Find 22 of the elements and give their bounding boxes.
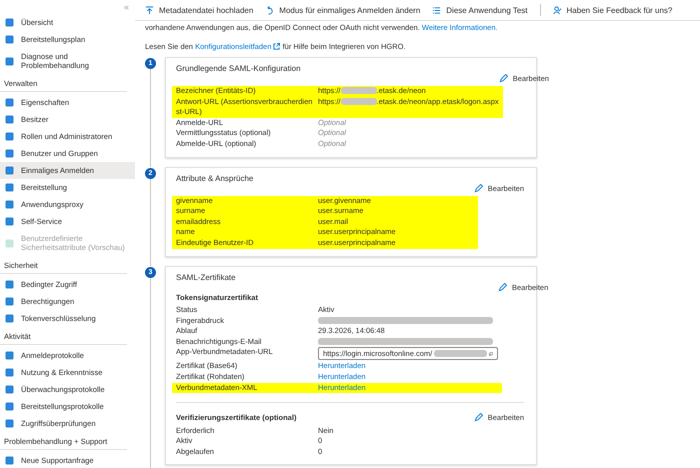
menu-item-icon bbox=[5, 456, 14, 466]
card-title: SAML-Zertifikate bbox=[176, 272, 237, 283]
redacted-value bbox=[340, 98, 377, 105]
toolbar-button[interactable]: Metadatendatei hochladen bbox=[145, 6, 254, 14]
pencil-icon bbox=[474, 413, 483, 422]
card-title: Grundlegende SAML-Konfiguration bbox=[176, 64, 302, 74]
toolbar-button[interactable]: Modus für einmaliges Anmelden ändern bbox=[265, 6, 420, 14]
pencil-icon bbox=[498, 74, 508, 83]
redacted-value bbox=[340, 87, 377, 94]
toolbar-button[interactable]: Haben Sie Feedback für uns? bbox=[552, 6, 672, 14]
menu-item-icon bbox=[5, 238, 14, 248]
card-title: Attribute & Ansprüche bbox=[176, 174, 254, 184]
pencil-icon bbox=[498, 282, 507, 292]
external-link-icon bbox=[273, 43, 280, 50]
toolbar-button[interactable]: Diese Anwendung Test bbox=[432, 6, 528, 14]
menu-item-icon bbox=[5, 56, 14, 66]
upload-icon bbox=[145, 6, 154, 14]
undo-icon bbox=[265, 6, 274, 14]
feedback-icon bbox=[552, 6, 562, 14]
list-icon bbox=[432, 6, 442, 14]
copy-icon[interactable] bbox=[489, 350, 493, 358]
pencil-icon bbox=[474, 184, 483, 193]
